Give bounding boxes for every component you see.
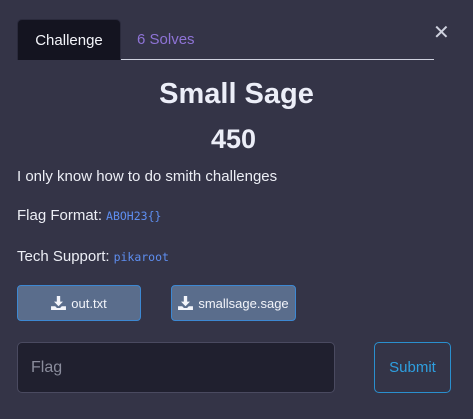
file-download-button-smallsage-sage[interactable]: smallsage.sage xyxy=(171,285,296,321)
tech-support-line: Tech Support: pikaroot xyxy=(17,248,169,265)
challenge-modal: Challenge 6 Solves ✕ Small Sage 450 I on… xyxy=(0,0,473,419)
flag-format-label: Flag Format: xyxy=(17,207,103,224)
tab-challenge[interactable]: Challenge xyxy=(17,19,121,60)
tab-solves[interactable]: 6 Solves xyxy=(137,19,195,60)
download-icon xyxy=(178,296,194,310)
file-name: smallsage.sage xyxy=(198,295,289,311)
close-icon[interactable]: ✕ xyxy=(433,23,451,43)
challenge-description: I only know how to do smith challenges xyxy=(17,168,278,185)
challenge-tabs: Challenge 6 Solves xyxy=(17,19,434,60)
file-name: out.txt xyxy=(71,295,107,311)
tech-support-label: Tech Support: xyxy=(17,248,110,265)
flag-format-line: Flag Format: ABOH23{} xyxy=(17,207,161,224)
download-icon xyxy=(51,296,67,310)
challenge-title: Small Sage xyxy=(159,78,314,110)
file-download-button-out-txt[interactable]: out.txt xyxy=(17,285,141,321)
challenge-points: 450 xyxy=(210,124,257,154)
tech-support-value: pikaroot xyxy=(113,250,169,264)
submit-button[interactable]: Submit xyxy=(374,342,451,393)
flag-format-value: ABOH23{} xyxy=(106,209,162,223)
flag-input[interactable] xyxy=(17,342,335,393)
